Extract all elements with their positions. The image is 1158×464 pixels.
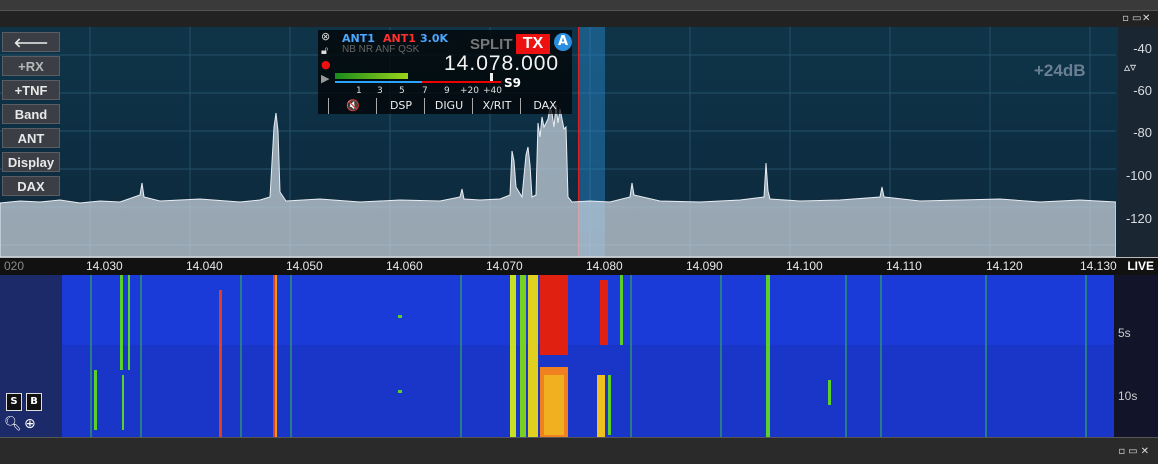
ant-button[interactable]: ANT <box>2 128 60 148</box>
play-icon[interactable]: ▶ <box>321 72 335 86</box>
zoom-out-icon[interactable]: 🔍︎ <box>4 416 22 432</box>
filter-bandwidth[interactable]: 3.0K <box>420 32 448 45</box>
db-label: -40 <box>1133 41 1152 56</box>
frequency-tick: 14.090 <box>686 259 723 273</box>
mute-icon[interactable]: 🔇 <box>328 98 377 114</box>
time-label: 10s <box>1118 389 1138 403</box>
lock-icon[interactable]: 🔓︎ <box>321 44 335 58</box>
frequency-tick: 020 <box>4 259 25 273</box>
restore-icon[interactable]: ▫ <box>1122 13 1132 24</box>
close-icon[interactable]: ✕ <box>1141 446 1152 457</box>
left-button-column: 🡐 +RX +TNF Band ANT Display DAX <box>2 32 62 200</box>
panadapter[interactable]: +24dB ▵▿ -40 -60 -80 -100 -120 <box>0 27 1158 257</box>
db-label: -80 <box>1133 125 1152 140</box>
frequency-tick: 14.030 <box>86 259 123 273</box>
s-meter-reading: S9 <box>504 76 521 90</box>
dsp-flags: NB NR ANF QSK <box>342 44 420 55</box>
dax-button[interactable]: DAX <box>2 176 60 196</box>
slice-button-row: 🔇 DSP DIGU X/RIT DAX <box>328 98 572 114</box>
zoom-in-icon[interactable]: ⊕ <box>24 416 36 432</box>
frequency-scale[interactable]: 020 14.030 14.040 14.050 14.060 14.070 1… <box>0 257 1158 275</box>
maximize-icon[interactable]: ▭ <box>1128 446 1140 457</box>
dsp-button[interactable]: DSP <box>376 98 425 114</box>
slice-flag-panel: ⊗ 🔓︎ ● ▶ ANT1 ANT1 3.0K NB NR ANF QSK SP… <box>318 30 572 114</box>
s-meter-bar <box>335 73 408 79</box>
frequency-tick: 14.130 <box>1080 259 1117 273</box>
bottom-window-controls: ▫▭✕ <box>1118 446 1152 457</box>
mode-button[interactable]: DIGU <box>424 98 473 114</box>
frequency-tick: 14.060 <box>386 259 423 273</box>
gain-label: +24dB <box>1034 61 1086 80</box>
split-button[interactable]: SPLIT <box>470 36 513 53</box>
maximize-icon[interactable]: ▭ <box>1132 13 1142 24</box>
waterfall-s-button[interactable]: S <box>6 393 22 411</box>
close-slice-icon[interactable]: ⊗ <box>321 30 335 44</box>
s-meter-over-scale-line <box>422 81 501 83</box>
close-icon[interactable]: ✕ <box>1142 13 1152 24</box>
s-meter-tick: 9 <box>444 86 450 96</box>
frequency-tick: 14.040 <box>186 259 223 273</box>
s-meter-peak-marker <box>490 73 493 81</box>
xrit-button[interactable]: X/RIT <box>472 98 521 114</box>
frequency-tick: 14.070 <box>486 259 523 273</box>
s-meter-tick: 7 <box>422 86 428 96</box>
add-rx-button[interactable]: +RX <box>2 56 60 76</box>
time-label: 5s <box>1118 326 1131 340</box>
frequency-tick: 14.050 <box>286 259 323 273</box>
frequency-tick: 14.100 <box>786 259 823 273</box>
waterfall[interactable] <box>0 275 1158 437</box>
s-meter-tick: +40 <box>483 86 502 96</box>
frequency-display[interactable]: 14.078.000 <box>444 52 559 76</box>
window-title-bar <box>0 0 1158 11</box>
slice-side-icons: ⊗ 🔓︎ ● ▶ <box>321 30 335 86</box>
gain-arrows-icon[interactable]: ▵▿ <box>1124 60 1136 74</box>
s-meter-tick: 1 <box>356 86 362 96</box>
add-tnf-button[interactable]: +TNF <box>2 80 60 100</box>
band-button[interactable]: Band <box>2 104 60 124</box>
tx-button[interactable]: TX <box>516 34 550 54</box>
live-indicator: LIVE <box>1127 259 1154 273</box>
display-button[interactable]: Display <box>2 152 60 172</box>
db-label: -120 <box>1125 211 1152 226</box>
db-label: -60 <box>1133 83 1152 98</box>
record-icon[interactable]: ● <box>321 58 335 72</box>
s-meter-tick: 5 <box>399 86 405 96</box>
waterfall-b-button[interactable]: B <box>26 393 42 411</box>
restore-icon[interactable]: ▫ <box>1118 446 1128 457</box>
bottom-panel-bar <box>0 437 1158 464</box>
dax-slice-button[interactable]: DAX <box>520 98 569 114</box>
slice-letter-badge[interactable]: A <box>554 33 572 51</box>
waterfall-image <box>0 275 1158 437</box>
waterfall-time-scale <box>1114 275 1158 437</box>
frequency-tick: 14.120 <box>986 259 1023 273</box>
db-label: -100 <box>1125 168 1152 183</box>
collapse-arrow-button[interactable]: 🡐 <box>2 32 60 52</box>
frequency-tick: 14.110 <box>886 259 922 273</box>
frequency-tick: 14.080 <box>586 259 623 273</box>
window-controls: ▫▭✕ <box>1122 13 1152 24</box>
s-meter-tick: 3 <box>377 86 383 96</box>
s-meter-tick: +20 <box>460 86 479 96</box>
